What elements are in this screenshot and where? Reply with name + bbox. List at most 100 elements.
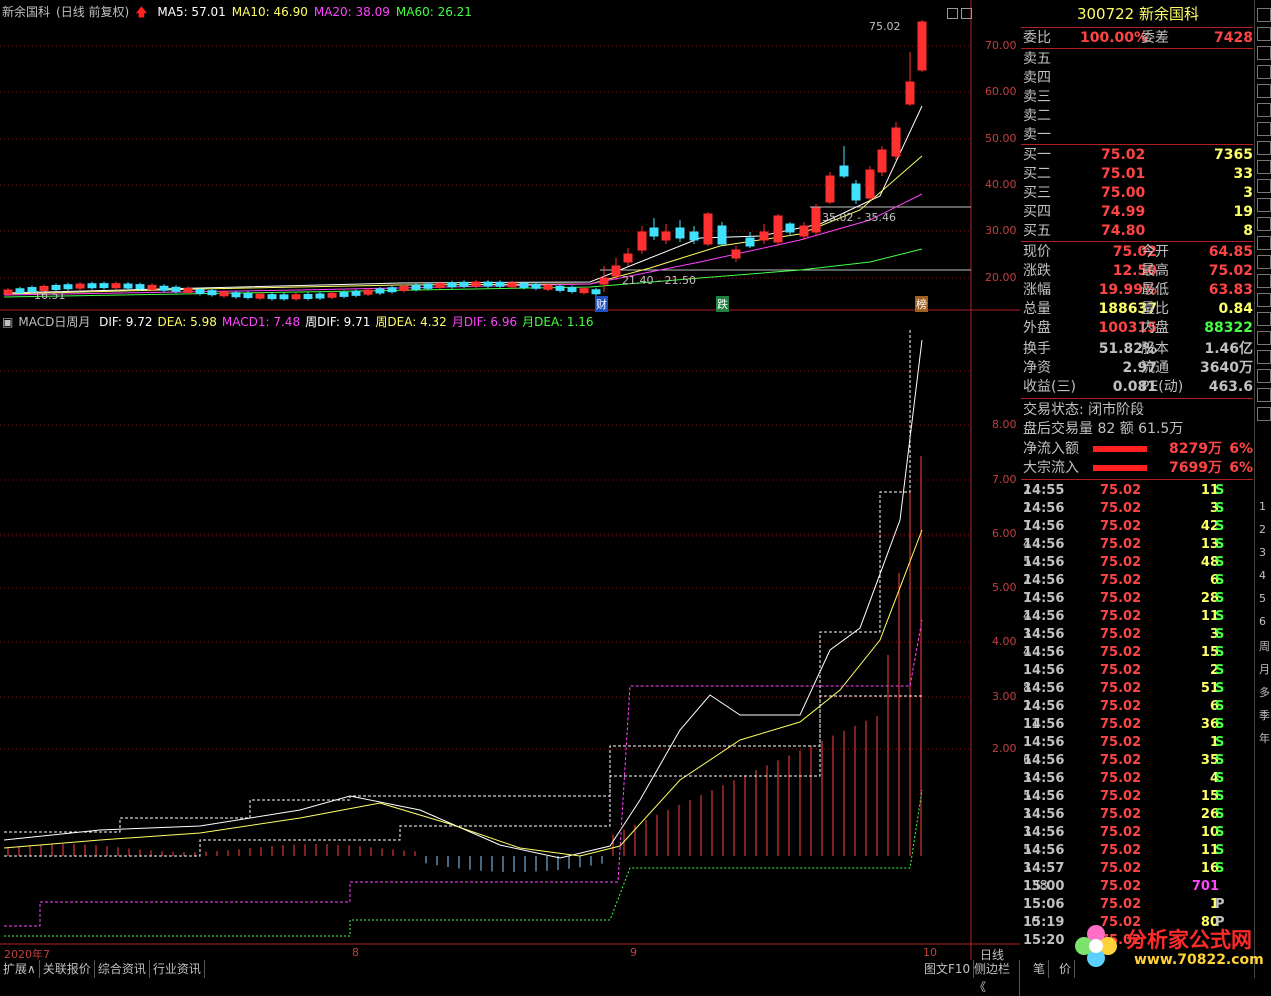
side-tool-icon[interactable] — [1257, 293, 1271, 307]
tick-row[interactable]: 14:56 75.02 11 S 4 — [1023, 608, 1253, 626]
side-period-label[interactable]: 5 — [1259, 592, 1266, 605]
side-period-label[interactable]: 月 — [1259, 661, 1270, 677]
side-tool-icon[interactable] — [1257, 103, 1271, 117]
side-tool-icon[interactable] — [1257, 350, 1271, 364]
tick-row[interactable]: 14:56 75.02 35 S 6 — [1023, 752, 1253, 770]
chart-canvas[interactable] — [0, 0, 1020, 960]
tick-row[interactable]: 14:55 75.02 11 S 2 — [1023, 482, 1253, 500]
candle-body — [799, 225, 809, 237]
tick-side: S — [1215, 825, 1225, 840]
side-tool-icon[interactable] — [1257, 198, 1271, 212]
date-label-oct: 10 — [923, 946, 937, 959]
side-tool-icon[interactable] — [1257, 388, 1271, 402]
side-tool-icon[interactable] — [1257, 65, 1271, 79]
side-period-label[interactable]: 多 — [1259, 684, 1270, 700]
sell-row[interactable]: 卖五 — [1023, 50, 1253, 69]
sell-row[interactable]: 卖一 — [1023, 126, 1253, 145]
tick-row[interactable]: 14:56 75.02 3 S 3 — [1023, 626, 1253, 644]
tick-row[interactable]: 14:56 75.02 6 S 2 — [1023, 698, 1253, 716]
ma-label: MA60: 26.21 — [395, 5, 472, 19]
side-tool-icon[interactable] — [1257, 27, 1271, 41]
candle-body — [675, 227, 685, 239]
week-dif-line — [4, 330, 911, 833]
side-tool-icon[interactable] — [1257, 217, 1271, 231]
side-period-label[interactable]: 周 — [1259, 638, 1270, 654]
side-period-label[interactable]: 6 — [1259, 615, 1266, 628]
side-tool-icon[interactable] — [1257, 46, 1271, 60]
side-period-label[interactable]: 4 — [1259, 569, 1266, 582]
side-tool-icon[interactable] — [1257, 312, 1271, 326]
tick-price: 75.02 — [1100, 861, 1142, 876]
side-period-label[interactable]: 2 — [1259, 523, 1266, 536]
tick-row[interactable]: 14:56 75.02 6 S 2 — [1023, 572, 1253, 590]
tick-row[interactable]: 14:56 75.02 51 S 8 — [1023, 680, 1253, 698]
tick-side: S — [1215, 627, 1225, 642]
tick-row[interactable]: 14:56 75.02 48 S 5 — [1023, 554, 1253, 572]
restore-icon[interactable] — [961, 8, 972, 19]
side-tool-icon[interactable] — [1257, 160, 1271, 174]
side-tool-icon[interactable] — [1257, 331, 1271, 345]
mark-bang[interactable]: 榜 — [915, 296, 928, 312]
tick-row[interactable]: 14:56 75.02 1 S 1 — [1023, 734, 1253, 752]
side-period-label[interactable]: 年 — [1259, 730, 1270, 746]
logo-url: www.70822.com — [1134, 952, 1264, 968]
side-tool-icon[interactable] — [1257, 84, 1271, 98]
sidebar-toggle[interactable]: 侧边栏《 — [971, 960, 1020, 996]
side-period-label[interactable]: 1 — [1259, 500, 1266, 513]
side-tool-icon[interactable] — [1257, 236, 1271, 250]
expand-button[interactable]: 扩展∧ — [0, 960, 40, 978]
tick-row[interactable]: 15:06 75.02 1 P 1 — [1023, 896, 1253, 914]
buy-label: 买四 — [1023, 204, 1051, 220]
sell-row[interactable]: 卖四 — [1023, 69, 1253, 88]
buy-row[interactable]: 买四 74.99 19 — [1023, 203, 1253, 222]
indicator-value: 周DEA: 4.32 — [375, 315, 447, 329]
side-tool-icon[interactable] — [1257, 8, 1271, 22]
tick-row[interactable]: 14:56 75.02 13 S 4 — [1023, 536, 1253, 554]
tick-row[interactable]: 14:56 75.02 28 S 7 — [1023, 590, 1253, 608]
side-tool-icon[interactable] — [1257, 407, 1271, 421]
tick-row[interactable]: 14:56 75.02 26 S 3 — [1023, 806, 1253, 824]
side-tool-icon[interactable] — [1257, 122, 1271, 136]
side-tool-icon[interactable] — [1257, 369, 1271, 383]
mark-cai[interactable]: 财 — [595, 296, 608, 312]
stat-row: 净资 2.97 流通 3640万 — [1023, 359, 1253, 378]
divider — [1021, 479, 1253, 480]
tick-row[interactable]: 14:56 75.02 4 S 3 — [1023, 770, 1253, 788]
buy-row[interactable]: 买三 75.00 3 — [1023, 184, 1253, 203]
general-news-tab[interactable]: 综合资讯 — [95, 960, 150, 978]
side-period-label[interactable]: 季 — [1259, 707, 1270, 723]
side-tool-icon[interactable] — [1257, 255, 1271, 269]
buy-row[interactable]: 买五 74.80 8 — [1023, 222, 1253, 241]
tick-row[interactable]: 14:56 75.02 2 S 1 — [1023, 662, 1253, 680]
f10-button[interactable]: 图文F10 — [921, 960, 975, 978]
indicator-name[interactable]: MACD日周月 — [18, 315, 90, 329]
tick-row[interactable]: 14:56 75.02 11 S 5 — [1023, 842, 1253, 860]
mark-die[interactable]: 跌 — [716, 296, 729, 312]
tick-row[interactable]: 14:56 75.02 10 S 3 — [1023, 824, 1253, 842]
tick-row[interactable]: 14:56 75.02 15 S 4 — [1023, 644, 1253, 662]
side-tool-icon[interactable] — [1257, 141, 1271, 155]
side-tool-icon[interactable] — [1257, 274, 1271, 288]
side-period-label[interactable]: 3 — [1259, 546, 1266, 559]
tick-row[interactable]: 14:56 75.02 15 S 5 — [1023, 788, 1253, 806]
tick-row[interactable]: 14:56 75.02 3 S 2 — [1023, 500, 1253, 518]
buy-row[interactable]: 买一 75.02 7365 — [1023, 146, 1253, 165]
tick-row[interactable]: 14:57 75.02 16 S 3 — [1023, 860, 1253, 878]
buy-row[interactable]: 买二 75.01 33 — [1023, 165, 1253, 184]
sell-row[interactable]: 卖二 — [1023, 107, 1253, 126]
sell-row[interactable]: 卖三 — [1023, 88, 1253, 107]
side-tool-icon[interactable] — [1257, 179, 1271, 193]
candle-body — [99, 283, 109, 289]
ma-label: MA5: 57.01 — [157, 5, 226, 19]
candle-body — [303, 294, 313, 300]
stat-label: 最低 — [1141, 282, 1169, 298]
tick-row[interactable]: 14:56 75.02 42 S 7 — [1023, 518, 1253, 536]
industry-news-tab[interactable]: 行业资讯 — [150, 960, 205, 978]
macd-tick: 3.00 — [992, 690, 1017, 703]
related-quotes-tab[interactable]: 关联报价 — [40, 960, 95, 978]
collapse-icon[interactable]: ▣ — [2, 315, 13, 329]
tick-row[interactable]: 15:00 75.02 701 138 — [1023, 878, 1253, 896]
tick-row[interactable]: 14:56 75.02 36 S 11 — [1023, 716, 1253, 734]
chart-area[interactable]: 新余国科 (日线 前复权) 🡅 MA5: 57.01 MA10: 46.90 MA20:… — [0, 0, 1020, 978]
minimize-icon[interactable] — [947, 8, 958, 19]
